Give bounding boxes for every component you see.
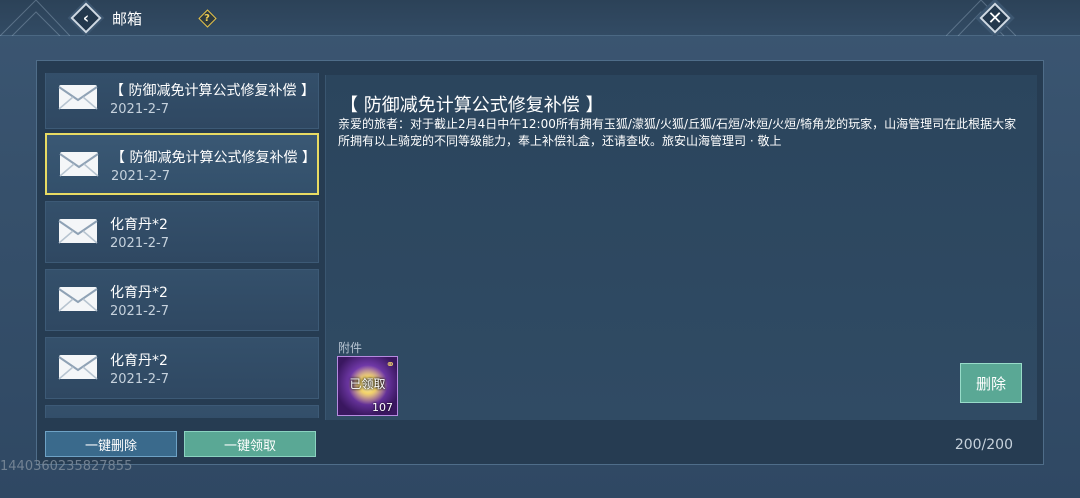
page-title: 邮箱 (112, 10, 143, 28)
mail-item[interactable]: 化育丹*2 2021-2-7 (45, 269, 319, 331)
mail-date: 2021-2-7 (110, 102, 170, 117)
help-button[interactable]: ? (197, 8, 217, 28)
help-icon: ? (204, 12, 210, 24)
close-button[interactable]: ✕ (978, 2, 1012, 34)
mail-date: 2021-2-7 (110, 372, 170, 387)
mail-detail-body: 亲爱的旅者：对于截止2月4日中午12:00所有拥有玉狐/濛狐/火狐/丘狐/石烜/… (338, 117, 1017, 148)
envelope-icon (59, 152, 99, 177)
back-button[interactable]: ‹ (70, 2, 102, 34)
mail-subject: 化育丹*2 (110, 353, 168, 369)
mail-subject: 【 防御减免计算公式修复补偿 】 (110, 83, 315, 99)
claimed-status: 已领取 (349, 377, 386, 391)
top-bar: ‹ 邮箱 ? ✕ (0, 0, 1080, 36)
mail-item[interactable]: 化育丹*2 2021-2-7 (45, 337, 319, 399)
mail-list[interactable]: 【 防御减免计算公式修复补偿 】 2021-2-7 【 防御减免计算公式修复补偿… (43, 73, 321, 418)
envelope-icon (58, 355, 98, 380)
back-chevron-icon: ‹ (82, 9, 90, 27)
mail-count: 200/200 (954, 437, 1013, 453)
delete-all-button[interactable]: 一键删除 (45, 431, 177, 457)
envelope-icon (58, 85, 98, 110)
account-id: 1440360235827855 (0, 459, 133, 474)
delete-button[interactable]: 删除 (960, 363, 1022, 403)
envelope-icon (58, 219, 98, 244)
mailbox-panel: 【 防御减免计算公式修复补偿 】 2021-2-7 【 防御减免计算公式修复补偿… (36, 60, 1044, 465)
mail-subject: 化育丹*2 (110, 285, 168, 301)
close-icon: ✕ (987, 7, 1003, 29)
mail-date: 2021-2-7 (110, 236, 170, 251)
claim-all-button[interactable]: 一键领取 (184, 431, 316, 457)
attachment-item[interactable]: ⚭ 已领取 107 (337, 356, 398, 416)
mail-item[interactable]: 【 防御减免计算公式修复补偿 】 2021-2-7 (45, 73, 319, 129)
mail-detail-title: 【 防御减免计算公式修复补偿 】 (340, 95, 604, 116)
mail-item-partial[interactable] (45, 405, 319, 418)
mail-subject: 化育丹*2 (110, 217, 168, 233)
corner-decoration (0, 0, 70, 36)
mail-date: 2021-2-7 (110, 304, 170, 319)
mail-item-selected[interactable]: 【 防御减免计算公式修复补偿 】 2021-2-7 (45, 133, 319, 195)
bound-link-icon: ⚭ (385, 358, 395, 371)
attachment-label: 附件 (338, 341, 363, 355)
envelope-icon (58, 287, 98, 312)
mail-item[interactable]: 化育丹*2 2021-2-7 (45, 201, 319, 263)
mail-detail: 【 防御减免计算公式修复补偿 】 亲爱的旅者：对于截止2月4日中午12:00所有… (325, 75, 1037, 420)
mail-date: 2021-2-7 (111, 169, 171, 184)
attachment-quantity: 107 (372, 401, 393, 414)
mail-subject: 【 防御减免计算公式修复补偿 】 (111, 150, 316, 166)
